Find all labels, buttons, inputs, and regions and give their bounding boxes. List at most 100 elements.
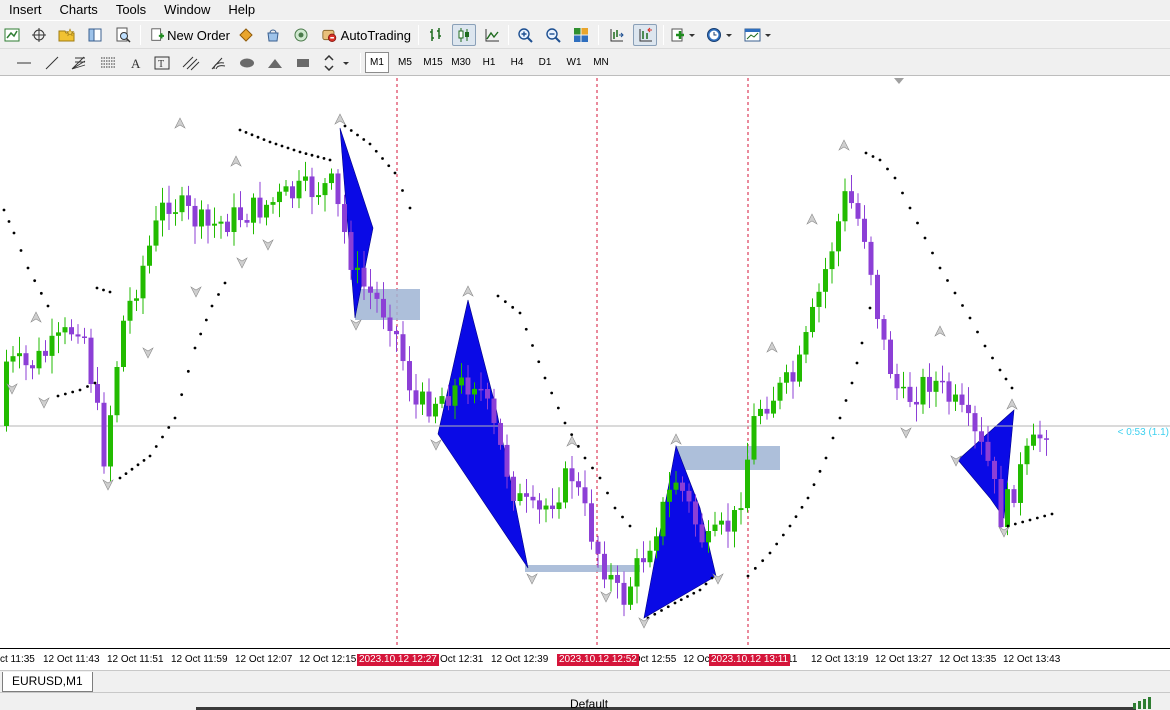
parabolic-sar-dot — [871, 155, 875, 158]
chart-shift-marker — [894, 78, 904, 84]
bearish-candle — [979, 431, 984, 442]
parabolic-sar-dot — [401, 189, 404, 192]
time-tick-label: 12 Oct 11:59 — [171, 654, 228, 665]
bullish-candle — [901, 386, 906, 389]
parabolic-sar-dot — [806, 496, 810, 500]
menu-insert[interactable]: Insert — [0, 0, 51, 20]
fractal-up-arrow — [462, 285, 474, 297]
parabolic-sar-dot — [356, 133, 359, 137]
signals-button[interactable] — [236, 24, 256, 46]
bearish-candle — [998, 479, 1004, 528]
bearish-candle — [940, 380, 945, 383]
new-order-button[interactable]: New Order — [147, 24, 231, 46]
new-chart-button[interactable] — [2, 24, 22, 46]
fractal-down-arrow — [102, 479, 114, 491]
fractal-down-arrow — [712, 573, 724, 585]
data-window-button[interactable] — [112, 24, 134, 46]
bearish-candle — [82, 336, 87, 338]
horizontal-line-tool[interactable] — [14, 52, 34, 74]
fractal-down-arrow — [430, 439, 442, 451]
timeframe-m15[interactable]: M15 — [420, 52, 446, 73]
signal-service-button[interactable] — [290, 24, 312, 46]
autoscroll-button[interactable] — [633, 24, 657, 46]
parabolic-sar-dot — [768, 551, 772, 555]
timeframe-m5[interactable]: M5 — [393, 52, 417, 73]
parabolic-sar-dot — [408, 206, 412, 210]
fractal-down-arrow — [638, 617, 650, 629]
price-chart[interactable]: < 0:53 (1.1) — [0, 78, 1170, 648]
line-chart-button[interactable] — [481, 24, 503, 46]
menu-charts[interactable]: Charts — [51, 0, 107, 20]
crosshair-button[interactable] — [28, 24, 50, 46]
parabolic-sar-dot — [154, 445, 158, 448]
bullish-candle — [322, 183, 328, 196]
fractal-up-arrow — [838, 139, 850, 151]
bearish-candle — [485, 389, 490, 399]
channel-tool[interactable] — [180, 52, 202, 74]
text-label-tool[interactable]: T — [152, 52, 172, 74]
candlestick-button[interactable] — [452, 24, 476, 46]
bar-chart-button[interactable] — [425, 24, 447, 46]
parabolic-sar-dot — [824, 456, 828, 460]
timeframe-h1[interactable]: H1 — [477, 52, 501, 73]
text-tool[interactable]: A — [126, 52, 146, 74]
indicators-button[interactable] — [668, 24, 698, 46]
fibonacci-tool[interactable] — [97, 52, 119, 74]
bullish-candle — [810, 306, 815, 333]
parabolic-sar-dot — [393, 171, 397, 175]
menu-window[interactable]: Window — [155, 0, 219, 20]
navigator-button[interactable] — [84, 24, 106, 46]
market-button[interactable] — [262, 24, 284, 46]
new-order-icon — [151, 28, 165, 41]
parabolic-sar-dot — [274, 142, 278, 146]
chart-shift-button[interactable] — [604, 24, 628, 46]
menu-help[interactable]: Help — [219, 0, 264, 20]
parabolic-sar-dot — [781, 533, 785, 537]
trendline-tool[interactable] — [42, 52, 62, 74]
chart-tab-eurusd-m1[interactable]: EURUSD,M1 — [2, 672, 93, 692]
chart-tabs-bar: EURUSD,M1 — [0, 670, 1170, 692]
timeframe-m1[interactable]: M1 — [365, 52, 389, 73]
arrows-dropdown-tool[interactable] — [320, 52, 352, 74]
bearish-candle — [400, 334, 406, 362]
fractal-down-arrow — [262, 239, 274, 251]
bullish-candle — [179, 195, 185, 213]
timeframe-h4[interactable]: H4 — [505, 52, 529, 73]
parabolic-sar-dot — [860, 341, 864, 345]
arc-tool[interactable] — [208, 52, 230, 74]
chart-canvas[interactable]: < 0:53 (1.1) — [0, 78, 1170, 648]
timeframe-w1[interactable]: W1 — [561, 52, 587, 73]
zoom-out-button[interactable] — [542, 24, 564, 46]
parabolic-sar-dot — [124, 472, 128, 475]
favorites-button[interactable] — [56, 24, 78, 46]
periods-button[interactable] — [704, 24, 736, 46]
fractal-up-arrow — [174, 117, 186, 129]
triangle-tool[interactable] — [264, 52, 286, 74]
bearish-candle — [914, 401, 919, 405]
parabolic-sar-dot — [524, 327, 528, 331]
templates-button[interactable] — [742, 24, 774, 46]
bearish-candle — [238, 207, 243, 221]
timeframe-m30[interactable]: M30 — [448, 52, 474, 73]
autotrading-label: AutoTrading — [340, 27, 411, 43]
zoom-in-button[interactable] — [514, 24, 536, 46]
time-tick-label: 12 Oc — [683, 654, 710, 665]
tile-windows-button[interactable] — [570, 24, 592, 46]
bullish-candle — [212, 223, 217, 226]
bullish-candle — [1018, 464, 1023, 503]
bearish-candle — [387, 317, 393, 331]
parabolic-sar-dot — [148, 454, 152, 458]
menu-tools[interactable]: Tools — [107, 0, 155, 20]
bullish-candle — [160, 202, 165, 221]
timeframe-d1[interactable]: D1 — [533, 52, 557, 73]
bearish-candle — [394, 330, 399, 335]
parabolic-sar-dot — [136, 463, 140, 467]
autotrading-button[interactable]: AutoTrading — [318, 24, 412, 46]
ellipse-tool[interactable] — [236, 52, 258, 74]
timeframe-mn[interactable]: MN — [589, 52, 613, 73]
fibonacci-fan-tool[interactable] — [68, 52, 90, 74]
rectangle-tool[interactable] — [292, 52, 314, 74]
parabolic-sar-dot — [56, 394, 60, 398]
bullish-candle — [706, 531, 711, 543]
bearish-candle — [595, 541, 601, 554]
